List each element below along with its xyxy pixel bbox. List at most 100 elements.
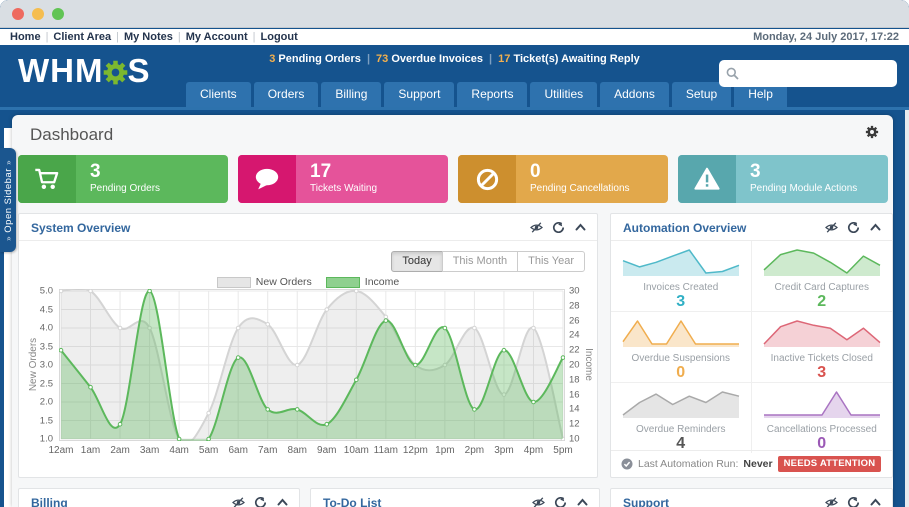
tile-label: Cancellations Processed [766, 424, 877, 435]
open-sidebar-tab[interactable]: » Open Sidebar » [0, 148, 16, 252]
menu-separator: | [45, 31, 49, 43]
speech-bubble-icon [238, 155, 296, 203]
menu-separator: | [116, 31, 119, 43]
panel-title: Billing [31, 496, 68, 507]
pending-cancellations-card[interactable]: 0 Pending Cancellations [458, 155, 668, 203]
tickets-awaiting-alert[interactable]: 17 Ticket(s) Awaiting Reply [498, 53, 640, 65]
tickets-awaiting-count: 17 [498, 53, 511, 65]
tile-value: 2 [817, 293, 827, 310]
range-this-year-button[interactable]: This Year [517, 251, 585, 272]
refresh-panel-icon[interactable] [254, 497, 267, 507]
tab-billing[interactable]: Billing [321, 82, 382, 107]
collapse-panel-icon[interactable] [574, 222, 587, 233]
system-overview-chart [59, 289, 565, 441]
tab-reports[interactable]: Reports [457, 82, 528, 107]
menu-item-logout[interactable]: Logout [261, 31, 298, 43]
last-run-value: Never [743, 458, 773, 470]
invoices-created-sparkline [622, 249, 740, 276]
last-run-label: Last Automation Run: [638, 458, 739, 470]
legend-label: Income [364, 276, 400, 288]
pending-module-actions-card[interactable]: 3 Pending Module Actions [678, 155, 888, 203]
search-input[interactable] [743, 61, 891, 85]
collapse-panel-icon[interactable] [869, 222, 882, 233]
pending-orders-count: 3 [269, 53, 276, 65]
tile-value: 0 [676, 364, 686, 381]
main-header: WHM S 3 Pending Orders | 73 Overdue Invoic… [0, 45, 909, 110]
billing-panel: Billing [18, 488, 300, 507]
menu-item-my-notes[interactable]: My Notes [124, 31, 173, 43]
tile-label: Inactive Tickets Closed [770, 353, 873, 364]
invoices-created-tile: Invoices Created 3 [611, 241, 752, 312]
tickets-awaiting-label: Ticket(s) Awaiting Reply [513, 53, 640, 65]
menu-item-my-account[interactable]: My Account [186, 31, 248, 43]
pending-orders-alert[interactable]: 3 Pending Orders [269, 53, 361, 65]
search-icon [726, 67, 739, 80]
legend-swatch-income [325, 276, 360, 288]
minimize-window-icon[interactable] [32, 7, 44, 20]
window-right-edge [905, 110, 909, 507]
zoom-window-icon[interactable] [52, 7, 64, 20]
panel-title: To-Do List [323, 496, 382, 507]
overdue-invoices-count: 73 [376, 53, 389, 65]
legend-income: Income [325, 276, 400, 288]
tab-clients[interactable]: Clients [186, 82, 251, 107]
tab-utilities[interactable]: Utilities [530, 82, 598, 107]
chevron-icon: » [3, 159, 13, 165]
legend-label: New Orders [255, 276, 312, 288]
right-axis-ticks: 30 28 26 24 22 20 18 16 14 12 10 [569, 285, 580, 445]
warning-triangle-icon [678, 155, 736, 203]
panel-title: System Overview [31, 221, 131, 235]
hide-panel-icon[interactable] [232, 497, 245, 507]
collapse-panel-icon[interactable] [276, 497, 289, 507]
pending-orders-label: Pending Orders [278, 53, 361, 65]
panel-header: Automation Overview [611, 214, 892, 241]
hide-panel-icon[interactable] [825, 497, 838, 507]
panel-header: To-Do List [311, 489, 599, 507]
tab-orders[interactable]: Orders [253, 82, 319, 107]
chevron-icon: » [3, 235, 13, 241]
stat-value: 3 [90, 161, 101, 182]
stat-value: 0 [530, 161, 541, 182]
pending-orders-card[interactable]: 3 Pending Orders [18, 155, 228, 203]
panel-header: System Overview [19, 214, 597, 241]
tab-addons[interactable]: Addons [600, 82, 669, 107]
refresh-panel-icon[interactable] [552, 222, 565, 233]
menu-item-home[interactable]: Home [10, 31, 41, 43]
overdue-suspensions-tile: Overdue Suspensions 0 [611, 312, 752, 383]
panel-header: Billing [19, 489, 299, 507]
close-window-icon[interactable] [12, 7, 24, 20]
hide-panel-icon[interactable] [530, 222, 543, 233]
overdue-invoices-label: Overdue Invoices [391, 53, 484, 65]
system-overview-panel: System Overview Today This Month This Ye… [18, 213, 598, 478]
credit-card-captures-tile: Credit Card Captures 2 [751, 241, 892, 312]
range-today-button[interactable]: Today [391, 251, 443, 272]
overdue-reminders-tile: Overdue Reminders 4 [611, 383, 752, 453]
refresh-panel-icon[interactable] [847, 222, 860, 233]
legend-new-orders: New Orders [216, 276, 312, 288]
range-this-month-button[interactable]: This Month [441, 251, 519, 272]
tile-label: Overdue Reminders [636, 424, 726, 435]
menu-separator: | [177, 31, 181, 43]
dashboard-content: Dashboard 3 Pending Orders 17 Tickets Wa… [12, 115, 893, 507]
hide-panel-icon[interactable] [825, 222, 838, 233]
tab-support[interactable]: Support [384, 82, 455, 107]
refresh-panel-icon[interactable] [554, 497, 567, 507]
automation-status-icon [621, 458, 633, 470]
collapse-panel-icon[interactable] [576, 497, 589, 507]
refresh-panel-icon[interactable] [847, 497, 860, 507]
menu-item-client-area[interactable]: Client Area [53, 31, 111, 43]
tickets-waiting-card[interactable]: 17 Tickets Waiting [238, 155, 448, 203]
overdue-invoices-alert[interactable]: 73 Overdue Invoices [376, 53, 483, 65]
left-axis-ticks: 5.0 4.5 4.0 3.5 3.0 2.5 2.0 1.5 1.0 [39, 285, 53, 445]
page-title: Dashboard [30, 125, 114, 144]
automation-overview-panel: Automation Overview Invoices Created 3 C… [610, 213, 893, 478]
last-automation-run: Last Automation Run: Never NEEDS ATTENTI… [611, 450, 892, 477]
stat-label: Pending Orders [90, 183, 161, 194]
window-titlebar [0, 0, 909, 28]
no-entry-icon [458, 155, 516, 203]
overdue-reminders-sparkline [622, 391, 739, 418]
hide-panel-icon[interactable] [532, 497, 545, 507]
todo-list-panel: To-Do List [310, 488, 600, 507]
collapse-panel-icon[interactable] [869, 497, 882, 507]
dashboard-settings-gear-icon[interactable] [865, 125, 879, 144]
